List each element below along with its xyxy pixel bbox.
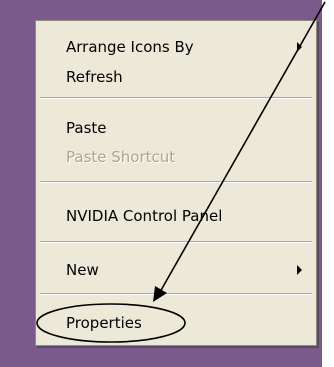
menu-item-label: Arrange Icons By (66, 38, 194, 56)
menu-item-new[interactable]: New (36, 255, 316, 285)
menu-item-paste[interactable]: Paste (36, 113, 316, 143)
menu-item-nvidia-control-panel[interactable]: NVIDIA Control Panel (36, 201, 316, 231)
menu-item-arrange-icons-by[interactable]: Arrange Icons By (36, 32, 316, 62)
menu-item-label: Paste (66, 119, 107, 137)
menu-item-paste-shortcut: Paste Shortcut (36, 142, 316, 172)
menu-item-label: Refresh (66, 68, 123, 86)
menu-separator (40, 97, 312, 99)
page-margin (322, 0, 334, 367)
menu-item-label: Paste Shortcut (66, 148, 176, 166)
context-menu: Arrange Icons By Refresh Paste Paste Sho… (35, 20, 317, 346)
menu-item-label: Properties (66, 314, 142, 332)
menu-separator (40, 241, 312, 243)
menu-item-label: New (66, 261, 99, 279)
menu-item-refresh[interactable]: Refresh (36, 62, 316, 92)
submenu-arrow-icon (297, 42, 302, 52)
menu-item-properties[interactable]: Properties (36, 308, 316, 338)
menu-separator (40, 181, 312, 183)
menu-item-label: NVIDIA Control Panel (66, 207, 223, 225)
menu-separator (40, 293, 312, 295)
submenu-arrow-icon (297, 265, 302, 275)
